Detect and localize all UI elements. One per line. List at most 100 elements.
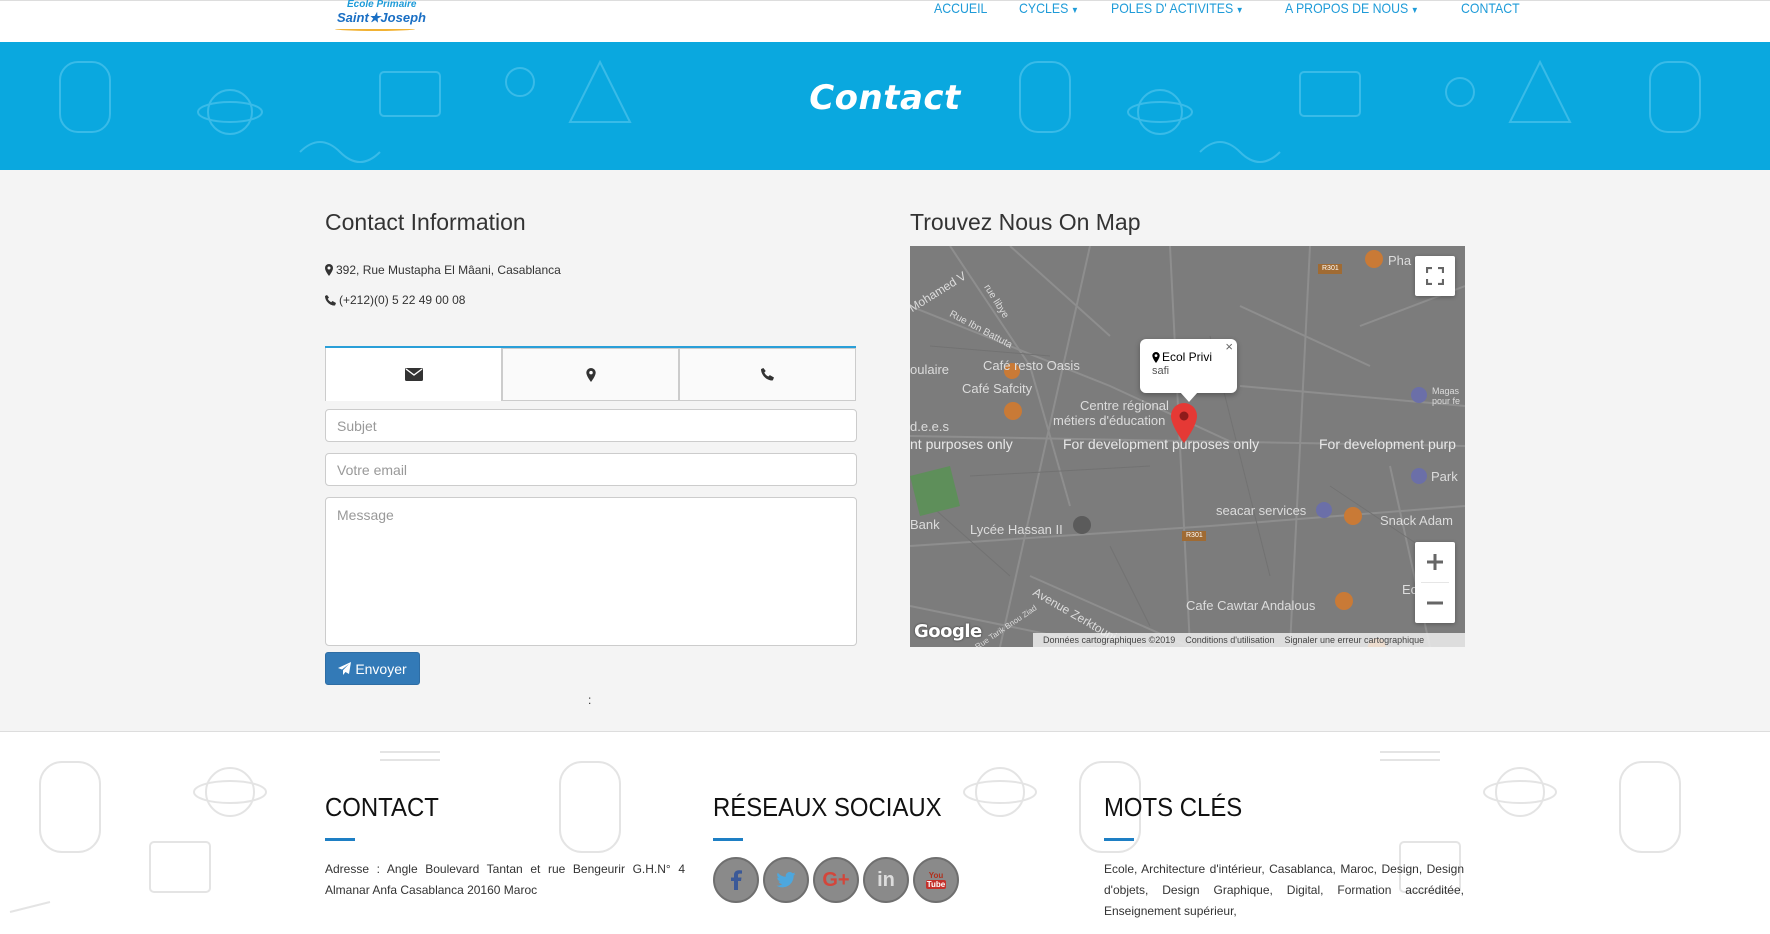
map-info-window: × Ecol Privi safi	[1140, 339, 1237, 402]
map-marker-icon	[1152, 351, 1160, 363]
zoom-controls	[1415, 542, 1455, 623]
map-section-title: Trouvez Nous On Map	[910, 209, 1141, 235]
nav-item-label: ACCUEIL	[934, 0, 988, 16]
map-poi-label: Cafe Cawtar Andalous	[1186, 598, 1316, 613]
send-button-label: Envoyer	[355, 660, 407, 677]
fullscreen-button[interactable]	[1415, 256, 1455, 296]
school-doodle-pattern	[9, 751, 1681, 913]
youtube-icon[interactable]: You Tube	[913, 857, 959, 903]
map-terms-link[interactable]: Conditions d'utilisation	[1185, 635, 1274, 645]
main-nav: ACCUEIL CYCLES ▼ POLES D' ACTIVITES ▼ A PR…	[934, 1, 1552, 15]
page-title: Contact	[809, 78, 961, 118]
map-poi-label: Pha	[1388, 253, 1412, 268]
page-hero-banner: Contact	[0, 42, 1770, 170]
nav-item-contact[interactable]: CONTACT	[1461, 1, 1520, 15]
logo-swoosh	[335, 27, 415, 31]
map-marker-icon	[585, 367, 596, 382]
zoom-out-button[interactable]	[1415, 583, 1455, 623]
phone-text: (+212)(0) 5 22 49 00 08	[339, 293, 466, 307]
dev-watermark: For development purp	[1319, 436, 1456, 452]
phone-icon	[325, 294, 336, 306]
map-poi-label: d.e.e.s	[910, 419, 950, 434]
youtube-text: You	[928, 871, 944, 880]
subject-input[interactable]	[325, 409, 857, 442]
map-road-shield: R301	[1186, 532, 1203, 539]
map-poi-label: Magas	[1432, 386, 1460, 396]
nav-item-a-propos[interactable]: A PROPOS DE NOUS ▼	[1285, 1, 1419, 15]
top-navbar: Ecole Primaire Saint★Joseph ACCUEIL CYCL…	[0, 0, 1770, 42]
youtube-text: Tube	[925, 880, 947, 889]
map-marker-pin-icon[interactable]	[1170, 403, 1198, 443]
google-plus-glyph: G+	[822, 868, 850, 891]
map-poi-label: Café resto Oasis	[983, 358, 1080, 373]
tab-location[interactable]	[502, 348, 679, 401]
footer-keywords: Ecole, Architecture d'intérieur, Casabla…	[1104, 862, 1464, 918]
site-footer: CONTACT Adresse : Angle Boulevard Tantan…	[0, 731, 1770, 934]
zoom-in-button[interactable]	[1415, 542, 1455, 582]
linkedin-glyph: in	[877, 868, 895, 891]
footer-title-underline	[1104, 838, 1134, 841]
fullscreen-icon	[1426, 267, 1444, 285]
map-poi-label: pour fe	[1432, 396, 1461, 406]
google-plus-icon[interactable]: G+	[813, 857, 859, 903]
caret-down-icon: ▼	[1411, 5, 1420, 15]
google-map[interactable]: Café resto Oasis Café Safcity Centre rég…	[910, 246, 1465, 647]
close-icon[interactable]: ×	[1225, 339, 1233, 354]
nav-item-label: CYCLES	[1018, 0, 1068, 16]
facebook-icon[interactable]	[713, 857, 759, 903]
map-poi-label: Lycée Hassan II	[970, 522, 1063, 537]
footer-keywords-title: MOTS CLÉS	[1104, 792, 1243, 822]
dev-watermark: nt purposes only	[910, 436, 1013, 452]
logo-line-2: Saint★Joseph	[337, 10, 426, 25]
nav-item-poles[interactable]: POLES D' ACTIVITES ▼	[1111, 1, 1244, 15]
info-window-title: Ecol Privi	[1152, 350, 1237, 364]
paper-plane-icon	[338, 662, 352, 675]
email-input[interactable]	[325, 453, 857, 486]
school-logo[interactable]: Ecole Primaire Saint★Joseph	[331, 0, 426, 35]
map-marker-icon	[325, 264, 333, 276]
minus-icon	[1427, 601, 1443, 605]
youtube-glyph: You Tube	[925, 871, 947, 889]
map-attribution-bar: Données cartographiques ©2019 Conditions…	[1033, 633, 1465, 647]
send-button[interactable]: Envoyer	[325, 652, 420, 685]
nav-item-accueil[interactable]: ACCUEIL	[934, 1, 987, 15]
map-poi-label: Centre régional	[1080, 398, 1169, 413]
caret-down-icon: ▼	[1235, 5, 1244, 15]
map-road-shield: R301	[1322, 265, 1339, 272]
address-text: 392, Rue Mustapha El Mâani, Casablanca	[336, 263, 561, 277]
contact-tabs	[325, 346, 856, 401]
map-poi-label: métiers d'éducation	[1053, 413, 1166, 428]
message-textarea[interactable]	[325, 497, 857, 646]
dev-watermark: For development purposes only	[1063, 436, 1260, 452]
map-poi-label: oulaire	[910, 362, 950, 377]
info-window-title-text: Ecol Privi	[1162, 350, 1213, 364]
nav-item-label: A PROPOS DE NOUS	[1285, 0, 1409, 16]
phone-icon	[761, 368, 774, 381]
footer-address: Adresse : Angle Boulevard Tantan et rue …	[325, 862, 685, 897]
map-poi-label: seacar services	[1216, 503, 1307, 518]
info-window-subtitle: safi	[1152, 365, 1170, 377]
footer-social-title: RÉSEAUX SOCIAUX	[713, 792, 942, 822]
envelope-icon	[404, 368, 423, 381]
phone-line: (+212)(0) 5 22 49 00 08	[325, 293, 465, 307]
tab-phone[interactable]	[679, 348, 856, 401]
linkedin-icon[interactable]: in	[863, 857, 909, 903]
footer-title-underline	[325, 838, 355, 841]
tab-email[interactable]	[325, 348, 502, 401]
footer-contact-title: CONTACT	[325, 792, 439, 822]
twitter-icon[interactable]	[763, 857, 809, 903]
social-links: G+ in You Tube	[713, 857, 963, 903]
nav-item-label: CONTACT	[1461, 0, 1520, 16]
caret-down-icon: ▼	[1070, 5, 1079, 15]
map-poi-label: Park	[1431, 469, 1458, 484]
nav-item-cycles[interactable]: CYCLES ▼	[1019, 1, 1079, 15]
contact-info-title: Contact Information	[325, 209, 526, 235]
map-poi-label: Bank	[910, 517, 940, 532]
map-data-credit: Données cartographiques ©2019	[1043, 635, 1176, 645]
google-logo: Google	[914, 621, 982, 642]
map-poi-label: Café Safcity	[962, 381, 1033, 396]
logo-line-1: Ecole Primaire	[347, 0, 417, 10]
map-report-error-link[interactable]: Signaler une erreur cartographique	[1285, 635, 1425, 645]
nav-item-label: POLES D' ACTIVITES	[1110, 0, 1233, 16]
footer-title-underline	[713, 838, 743, 841]
